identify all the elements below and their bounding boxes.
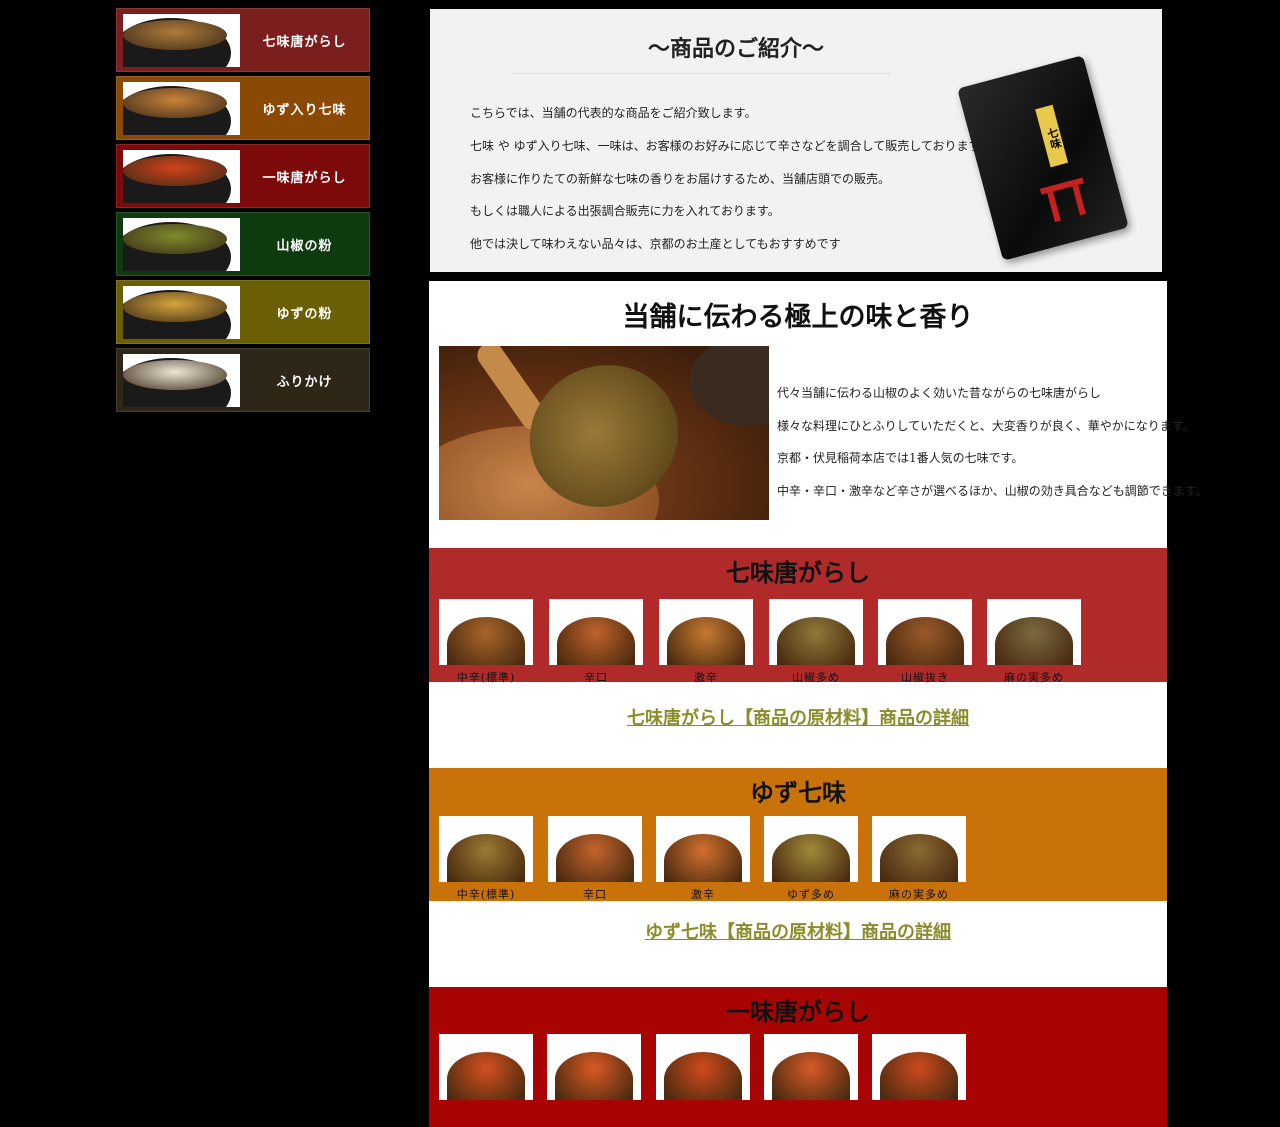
- product-item[interactable]: 激辛: [656, 816, 750, 902]
- product-name: 山椒多め: [792, 671, 840, 684]
- product-name: 麻の実多め: [1004, 671, 1064, 684]
- sidebar-item-sansho[interactable]: 山椒の粉: [116, 212, 370, 276]
- product-details-link[interactable]: 七味唐がらし【商品の原材料】商品の詳細: [429, 704, 1167, 730]
- intro-panel: ～商品のご紹介～ こちらでは、当舗の代表的な商品をご紹介致します。 七味 や ゆ…: [430, 9, 1162, 272]
- product-item[interactable]: 中辛(標準): [439, 599, 533, 685]
- sidebar-item-yuzu-shichimi[interactable]: ゆず入り七味: [116, 76, 370, 140]
- desc-line: 中辛・辛口・激辛など辛さが選べるほか、山椒の効き具合なども調節できます。: [777, 483, 1208, 498]
- product-item[interactable]: 山椒多め: [769, 599, 863, 685]
- product-thumbnail: [123, 14, 240, 67]
- product-name: 激辛: [694, 671, 718, 684]
- main-description: 代々当舗に伝わる山椒のよく効いた昔ながらの七味唐がらし 様々な料理にひとふりして…: [777, 377, 1208, 507]
- desc-line: 代々当舗に伝わる山椒のよく効いた昔ながらの七味唐がらし: [777, 386, 1102, 400]
- product-thumbnail: [123, 82, 240, 135]
- sidebar-item-furikake[interactable]: ふりかけ: [116, 348, 370, 412]
- intro-line: 他では決して味わえない品々は、京都のお土産としてもおすすめです: [470, 237, 841, 252]
- hero-image: [439, 346, 769, 520]
- product-item[interactable]: [439, 1034, 533, 1104]
- sidebar: 七味唐がらし ゆず入り七味 一味唐がらし 山椒の粉 ゆずの粉 ふりかけ: [116, 8, 370, 416]
- product-item[interactable]: 辛口: [548, 816, 642, 902]
- product-name: 中辛(標準): [456, 671, 516, 684]
- intro-line: こちらでは、当舗の代表的な商品をご紹介致します。: [470, 106, 757, 120]
- product-thumbnail: [123, 286, 240, 339]
- product-item[interactable]: [547, 1034, 641, 1104]
- product-name: 激辛: [691, 888, 715, 901]
- product-item[interactable]: [656, 1034, 750, 1104]
- package-label: 七味: [1035, 104, 1069, 168]
- sidebar-item-label: 一味唐がらし: [262, 170, 347, 186]
- product-item[interactable]: [872, 1034, 966, 1104]
- sidebar-item-label: ふりかけ: [276, 374, 333, 390]
- product-thumbnail: [123, 354, 240, 407]
- main-panel: 当舗に伝わる極上の味と香り 代々当舗に伝わる山椒のよく効いた昔ながらの七味唐がら…: [429, 281, 1208, 1127]
- intro-text: こちらでは、当舗の代表的な商品をご紹介致します。 七味 や ゆず入り七味、一味は…: [470, 97, 992, 261]
- desc-line: 京都・伏見稲荷本店では1番人気の七味です。: [777, 451, 1024, 465]
- desc-line: 様々な料理にひとふりしていただくと、大変香りが良く、華やかになります。: [777, 418, 1195, 433]
- product-item[interactable]: 麻の実多め: [872, 816, 966, 902]
- product-item[interactable]: ゆず多め: [764, 816, 858, 902]
- product-item[interactable]: 激辛: [659, 599, 753, 685]
- sidebar-item-ichimi[interactable]: 一味唐がらし: [116, 144, 370, 208]
- intro-line: お客様に作りたての新鮮な七味の香りをお届けするため、当舗店頭での販売。: [470, 171, 891, 186]
- sidebar-item-label: ゆずの粉: [276, 306, 333, 322]
- section-title: 一味唐がらし: [726, 997, 870, 1026]
- product-name: 辛口: [584, 671, 608, 684]
- sidebar-item-label: 山椒の粉: [276, 238, 333, 254]
- intro-line: 七味 や ゆず入り七味、一味は、お客様のお好みに応じて辛さなどを調合して販売して…: [470, 138, 992, 153]
- product-name: 中辛(標準): [456, 888, 516, 901]
- product-thumbnail: [123, 218, 240, 271]
- product-thumbnail: [123, 150, 240, 203]
- product-item[interactable]: 山椒抜き: [878, 599, 972, 685]
- section-title: 七味唐がらし: [726, 558, 870, 587]
- sidebar-item-label: 七味唐がらし: [262, 34, 347, 50]
- product-name: 山椒抜き: [901, 671, 949, 684]
- product-item[interactable]: 麻の実多め: [987, 599, 1081, 685]
- torii-icon: [1039, 177, 1093, 226]
- sidebar-item-shichimi[interactable]: 七味唐がらし: [116, 8, 370, 72]
- main-heading: 当舗に伝わる極上の味と香り: [622, 302, 974, 333]
- sidebar-item-yuzu-powder[interactable]: ゆずの粉: [116, 280, 370, 344]
- product-name: 麻の実多め: [889, 888, 949, 901]
- product-item[interactable]: [764, 1034, 858, 1104]
- divider: [512, 73, 890, 74]
- product-item[interactable]: 辛口: [549, 599, 643, 685]
- product-name: 辛口: [583, 888, 607, 901]
- product-details-link[interactable]: ゆず七味【商品の原材料】商品の詳細: [429, 918, 1167, 944]
- product-name: ゆず多め: [787, 888, 835, 901]
- intro-line: もしくは職人による出張調合販売に力を入れております。: [470, 204, 780, 219]
- sidebar-item-label: ゆず入り七味: [262, 102, 347, 118]
- section-title: ゆず七味: [750, 778, 846, 807]
- intro-title: ～商品のご紹介～: [647, 36, 824, 62]
- product-item[interactable]: 中辛(標準): [439, 816, 533, 902]
- product-package-image: 七味: [957, 55, 1129, 261]
